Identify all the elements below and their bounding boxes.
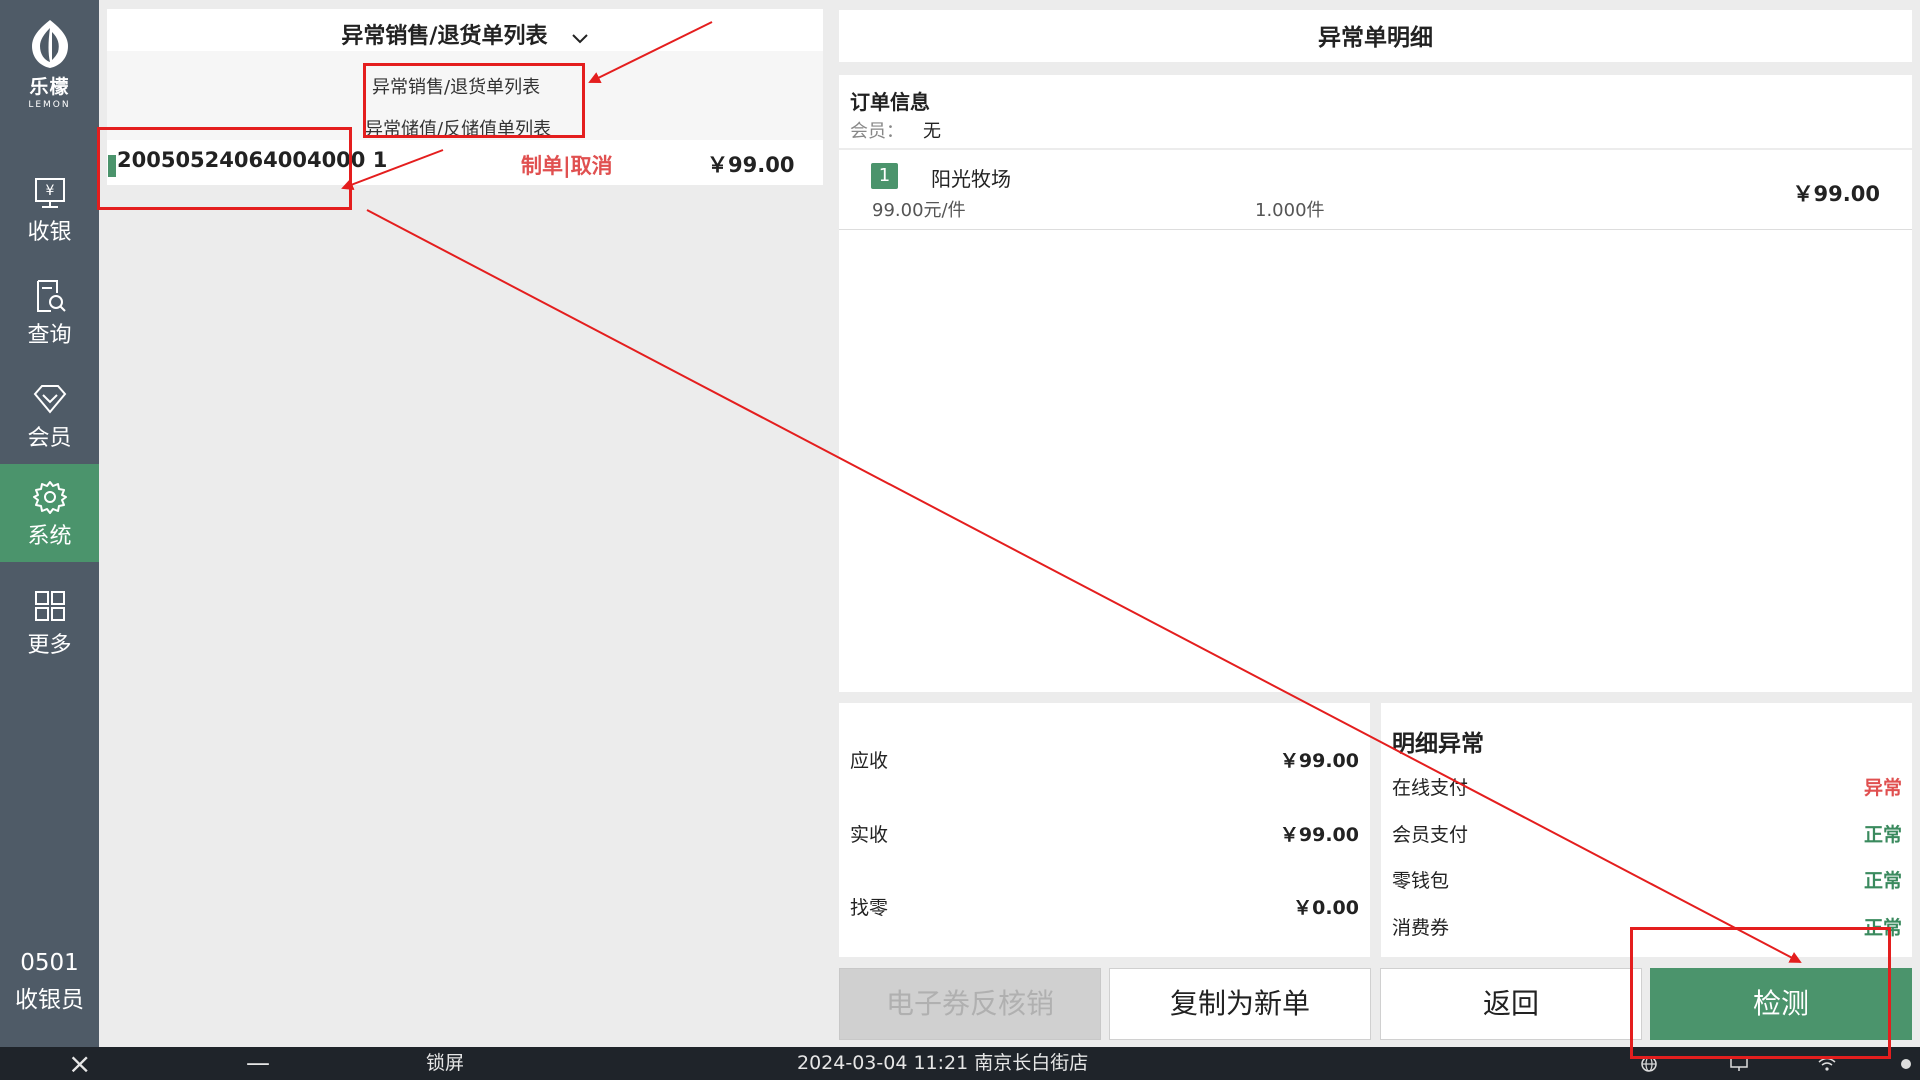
sidebar-item-more[interactable]: 更多 bbox=[0, 573, 99, 671]
grid-icon bbox=[34, 591, 65, 621]
sidebar-item-member[interactable]: 会员 bbox=[0, 366, 99, 464]
chevron-down-icon[interactable] bbox=[571, 33, 589, 45]
svg-text:¥: ¥ bbox=[45, 183, 54, 199]
summary-label: 应收 bbox=[850, 750, 889, 772]
exception-row-wallet: 零钱包 正常 bbox=[1381, 866, 1912, 894]
item-amount: ￥99.00 bbox=[1792, 182, 1880, 206]
search-doc-icon bbox=[36, 280, 66, 312]
gear-icon bbox=[32, 481, 67, 514]
payment-summary: 应收 ￥99.00 实收 ￥99.00 找零 ￥0.00 bbox=[839, 703, 1370, 957]
summary-label: 找零 bbox=[850, 897, 889, 919]
member-value: 无 bbox=[923, 121, 941, 142]
exception-status: 正常 bbox=[1863, 870, 1902, 892]
e-coupon-reverse-button[interactable]: 电子券反核销 bbox=[839, 968, 1101, 1040]
exception-row-member-pay: 会员支付 正常 bbox=[1381, 820, 1912, 848]
summary-label: 实收 bbox=[850, 824, 889, 846]
sidebar-item-label: 查询 bbox=[27, 323, 72, 348]
diamond-icon bbox=[33, 385, 66, 414]
summary-row-received: 实收 ￥99.00 bbox=[839, 820, 1370, 850]
copy-as-new-button[interactable]: 复制为新单 bbox=[1109, 968, 1371, 1040]
operator-info: 0501 收银员 bbox=[0, 950, 99, 1014]
lemon-logo-icon bbox=[31, 20, 68, 68]
order-info-title: 订单信息 bbox=[850, 90, 930, 114]
logo-text-cn: 乐檬 bbox=[29, 76, 70, 98]
list-title: 异常销售/退货单列表 bbox=[341, 24, 548, 49]
order-info-section: 订单信息 会员： 无 bbox=[839, 75, 1912, 148]
exception-label: 消费券 bbox=[1392, 917, 1450, 939]
sidebar-item-system[interactable]: 系统 bbox=[0, 464, 99, 562]
exceptions-title: 明细异常 bbox=[1392, 731, 1484, 757]
detail-exceptions-panel: 明细异常 在线支付 异常 会员支付 正常 零钱包 正常 消费券 正常 bbox=[1381, 703, 1912, 957]
sidebar-item-label: 会员 bbox=[27, 426, 72, 451]
sidebar-item-label: 更多 bbox=[27, 633, 72, 658]
sidebar-item-query[interactable]: 查询 bbox=[0, 263, 99, 361]
logo-text-en: LEMON bbox=[28, 100, 71, 110]
operator-id: 0501 bbox=[20, 950, 79, 976]
annotation-box-dropdown bbox=[363, 63, 585, 138]
summary-row-receivable: 应收 ￥99.00 bbox=[839, 746, 1370, 776]
logo: 乐檬 LEMON bbox=[0, 18, 99, 110]
summary-value: ￥99.00 bbox=[1279, 750, 1359, 772]
order-amount: ￥99.00 bbox=[707, 153, 795, 177]
operator-role: 收银员 bbox=[15, 987, 84, 1013]
sidebar-item-label: 收银 bbox=[27, 220, 72, 245]
summary-row-change: 找零 ￥0.00 bbox=[839, 893, 1370, 923]
sidebar-item-label: 系统 bbox=[27, 524, 72, 549]
detail-panel-title: 异常单明细 bbox=[839, 10, 1912, 62]
exception-label: 会员支付 bbox=[1392, 824, 1469, 846]
summary-value: ￥99.00 bbox=[1279, 824, 1359, 846]
annotation-box-check-button bbox=[1630, 927, 1891, 1059]
datetime-store: 2024-03-04 11:21 南京长白街店 bbox=[797, 1052, 1089, 1074]
annotation-box-order bbox=[97, 127, 352, 210]
exception-row-online-pay: 在线支付 异常 bbox=[1381, 773, 1912, 801]
list-type-selector[interactable]: 异常销售/退货单列表 bbox=[107, 9, 823, 51]
sidebar: 乐檬 LEMON ¥ 收银 查询 会员 系统 更多 0501 收银员 bbox=[0, 0, 99, 1047]
exception-label: 在线支付 bbox=[1392, 777, 1469, 799]
list-item[interactable]: 1 阳光牧场 99.00元/件 1.000件 ￥99.00 bbox=[839, 150, 1912, 230]
exception-status: 异常 bbox=[1863, 777, 1902, 799]
item-quantity: 1.000件 bbox=[1255, 200, 1325, 221]
lock-screen-button[interactable]: 锁屏 bbox=[426, 1047, 464, 1080]
status-dot-icon bbox=[1901, 1059, 1911, 1069]
item-unit-price: 99.00元/件 bbox=[872, 200, 966, 221]
order-status: 制单|取消 bbox=[521, 154, 613, 178]
close-icon[interactable]: × bbox=[68, 1047, 91, 1080]
item-name: 阳光牧场 bbox=[931, 167, 1011, 191]
member-label: 会员： bbox=[850, 121, 904, 142]
minimize-icon[interactable]: — bbox=[246, 1047, 270, 1080]
exception-label: 零钱包 bbox=[1392, 870, 1450, 892]
exception-status: 正常 bbox=[1863, 824, 1902, 846]
order-items-list: 1 阳光牧场 99.00元/件 1.000件 ￥99.00 bbox=[839, 150, 1912, 692]
cashier-icon: ¥ bbox=[34, 178, 65, 208]
sidebar-item-cashier[interactable]: ¥ 收银 bbox=[0, 160, 99, 258]
summary-value: ￥0.00 bbox=[1293, 897, 1359, 919]
item-index-badge: 1 bbox=[871, 163, 898, 189]
back-button[interactable]: 返回 bbox=[1380, 968, 1642, 1040]
app-window: 乐檬 LEMON ¥ 收银 查询 会员 系统 更多 0501 收银员 异常销售/… bbox=[0, 0, 1920, 1080]
